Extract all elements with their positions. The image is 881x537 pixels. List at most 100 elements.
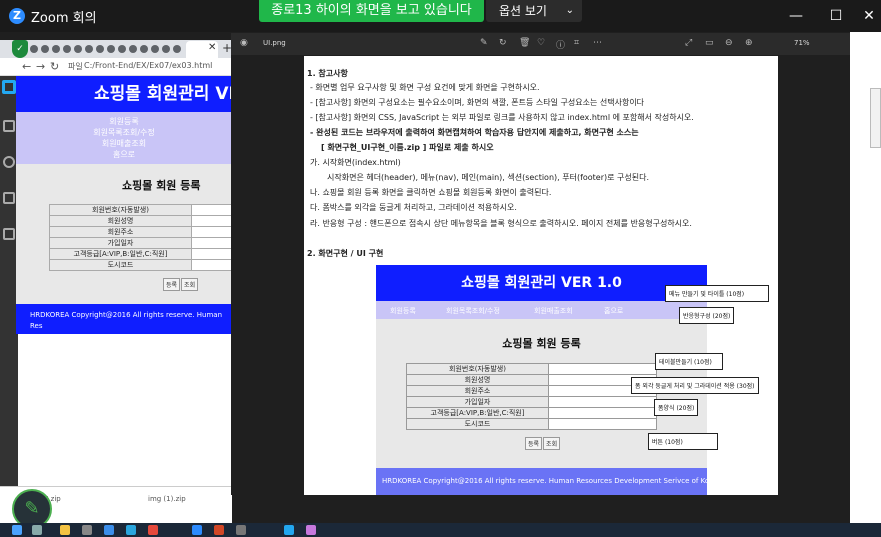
- rotate-icon[interactable]: ↻: [499, 38, 507, 48]
- doc-item-da: 다. 폼박스를 외각을 둥글게 처리하고, 그라데이션 적용하시오.: [310, 203, 517, 212]
- tab-favicon-icon[interactable]: [41, 45, 49, 53]
- zoom-icon[interactable]: [192, 525, 202, 535]
- chrome-icon[interactable]: [148, 525, 158, 535]
- mock-form-table: 회원번호(자동발생) 회원성명 회원주소 가입일자 고객등급[A:VIP,B:일…: [406, 363, 657, 430]
- mock-register-button: 등록: [525, 437, 543, 450]
- annotation-label: 버튼 (10점): [648, 433, 718, 450]
- nav-link-home[interactable]: 홈으로: [16, 149, 232, 160]
- mock-nav-item: 회원매출조회: [534, 307, 573, 315]
- city-code-input[interactable]: [191, 259, 232, 271]
- member-address-input[interactable]: [191, 226, 232, 238]
- field-label: 회원성명: [49, 215, 192, 227]
- app-icon[interactable]: [236, 525, 246, 535]
- app-icon[interactable]: [214, 525, 224, 535]
- form-buttons: 등록 조회: [163, 277, 199, 291]
- tab-favicon-icon[interactable]: [74, 45, 82, 53]
- forward-icon[interactable]: →: [36, 60, 45, 73]
- join-date-input[interactable]: [191, 237, 232, 249]
- app-icon[interactable]: [306, 525, 316, 535]
- fit-icon[interactable]: ▭: [705, 38, 714, 48]
- browser-tab-strip: ✕ +: [0, 40, 232, 58]
- app-icon[interactable]: [104, 525, 114, 535]
- vscode-icon[interactable]: [2, 80, 16, 94]
- background-window: [850, 32, 881, 523]
- info-icon[interactable]: ⓘ: [556, 38, 565, 51]
- explorer-icon[interactable]: [60, 525, 70, 535]
- start-icon[interactable]: [12, 525, 22, 535]
- window-title: Zoom 회의: [31, 11, 97, 26]
- zoom-in-icon[interactable]: ⊕: [745, 38, 753, 48]
- explorer-icon[interactable]: [3, 120, 15, 132]
- tab-favicon-icon[interactable]: [118, 45, 126, 53]
- tab-favicon-icon[interactable]: [107, 45, 115, 53]
- form-title: 쇼핑몰 회원 등록: [122, 179, 201, 192]
- zoom-out-icon[interactable]: ⊖: [725, 38, 733, 48]
- tab-favicon-icon[interactable]: [140, 45, 148, 53]
- view-options-button[interactable]: 옵션 보기 ⌄: [486, 0, 582, 22]
- vscode-icon[interactable]: [284, 525, 294, 535]
- tab-favicon-icon[interactable]: [63, 45, 71, 53]
- table-row: 회원주소: [406, 385, 657, 397]
- edge-icon[interactable]: [126, 525, 136, 535]
- member-id-input[interactable]: [191, 204, 232, 216]
- grade-input[interactable]: [191, 248, 232, 260]
- camera-icon[interactable]: ◉: [240, 38, 248, 48]
- delete-icon[interactable]: 🗑: [519, 38, 530, 48]
- run-debug-icon[interactable]: [3, 228, 15, 240]
- doc-line: - 화면별 업무 요구사항 및 화면 구성 요건에 맞게 화면을 구현하시오.: [310, 83, 540, 92]
- zoom-logo-icon: Z: [9, 8, 25, 24]
- table-row: 도시코드: [49, 259, 232, 271]
- tab-close-icon[interactable]: ✕: [208, 42, 216, 53]
- register-button[interactable]: 등록: [163, 278, 181, 291]
- mock-footer: HRDKOREA Copyright@2016 All rights reser…: [376, 468, 720, 495]
- security-shield-icon[interactable]: ✓: [12, 40, 28, 58]
- screen-share-banner: 종로13 하이의 화면을 보고 있습니다: [259, 0, 484, 22]
- table-row: 회원번호(자동발생): [406, 363, 657, 375]
- search-button[interactable]: 조회: [181, 278, 199, 291]
- doc-item-na: 나. 쇼핑몰 회원 등록 화면을 클릭하면 쇼핑몰 회원등록 화면이 출력된다.: [310, 188, 552, 197]
- viewer-toolbar: ◉ UI.png ✎ ↻ 🗑 ♡ ⓘ ⌗ ⋯ ⤢ ▭ ⊖ ⊕ 71%: [231, 33, 850, 55]
- crop-icon[interactable]: ⌗: [574, 38, 579, 48]
- tab-favicon-icon[interactable]: [30, 45, 38, 53]
- download-item[interactable]: img (1).zip: [148, 495, 186, 503]
- doc-item-ra: 라. 반응형 구성 : 핸드폰으로 접속시 상단 메뉴항목을 블록 형식으로 출…: [310, 219, 692, 228]
- field-label: 가입일자: [49, 237, 192, 249]
- source-control-icon[interactable]: [3, 192, 15, 204]
- tab-favicon-icon[interactable]: [52, 45, 60, 53]
- search-icon[interactable]: [3, 156, 15, 168]
- address-bar[interactable]: ← → ↻ 파일 C:/Front-End/EX/Ex07/ex03.html: [0, 58, 232, 76]
- edit-icon[interactable]: ✎: [480, 38, 488, 48]
- favorite-icon[interactable]: ♡: [537, 38, 545, 48]
- mock-input: [548, 418, 657, 430]
- nav-link-register[interactable]: 회원등록: [16, 116, 232, 127]
- table-row: 도시코드: [406, 418, 657, 430]
- mock-header: 쇼핑몰 회원관리 VER 1.0: [376, 265, 707, 301]
- tab-favicon-icon[interactable]: [173, 45, 181, 53]
- search-icon[interactable]: [32, 525, 42, 535]
- nav-link-sales[interactable]: 회원매출조회: [16, 138, 232, 149]
- tab-favicon-icon[interactable]: [129, 45, 137, 53]
- nav-link-member-list[interactable]: 회원목록조회/수정: [16, 127, 232, 138]
- tab-favicon-icon[interactable]: [96, 45, 104, 53]
- mock-nav-item: 홈으로: [604, 307, 624, 315]
- mock-field-label: 도시코드: [406, 418, 549, 430]
- table-row: 회원번호(자동발생): [49, 204, 232, 216]
- mock-nav-item: 회원목록조회/수정: [446, 307, 500, 315]
- back-icon[interactable]: ←: [22, 60, 31, 73]
- mock-nav: 회원등록 회원목록조회/수정 회원매출조회 홈으로: [376, 301, 707, 319]
- tab-favicon-icon[interactable]: [151, 45, 159, 53]
- table-row: 회원주소: [49, 226, 232, 238]
- url-text[interactable]: C:/Front-End/EX/Ex07/ex03.html: [84, 61, 212, 70]
- app-icon[interactable]: [82, 525, 92, 535]
- more-icon[interactable]: ⋯: [593, 38, 602, 48]
- maximize-button[interactable]: ☐: [826, 6, 846, 26]
- member-name-input[interactable]: [191, 215, 232, 227]
- doc-item-ga: 가. 시작화면(index.html): [310, 158, 401, 167]
- tab-favicon-icon[interactable]: [162, 45, 170, 53]
- minimize-button[interactable]: —: [786, 6, 806, 26]
- expand-icon[interactable]: ⤢: [685, 38, 692, 48]
- reload-icon[interactable]: ↻: [50, 60, 59, 73]
- tab-favicon-icon[interactable]: [85, 45, 93, 53]
- close-button[interactable]: ✕: [859, 6, 879, 26]
- mock-field-label: 가입일자: [406, 396, 549, 408]
